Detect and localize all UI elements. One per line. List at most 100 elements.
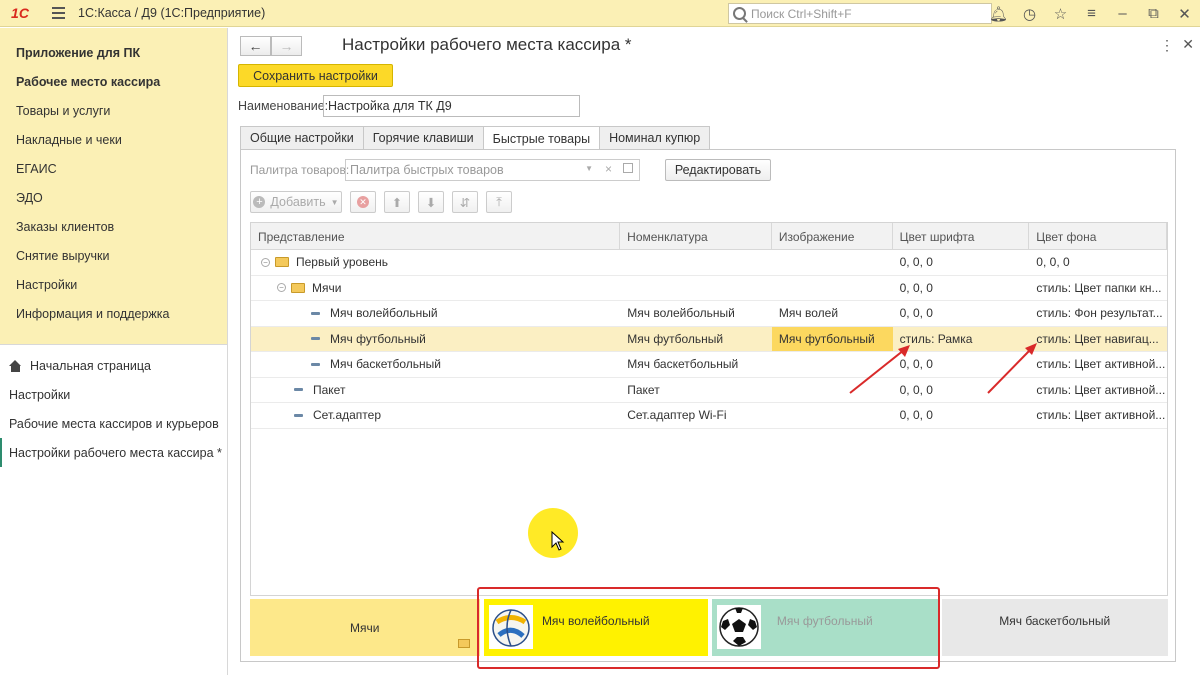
table-row[interactable]: Сет.адаптер Сет.адаптер Wi-Fi 0, 0, 0 ст… bbox=[251, 403, 1167, 429]
tile-basketball[interactable]: Мяч баскетбольный bbox=[941, 599, 1168, 656]
palette-label: Палитра товаров: bbox=[250, 163, 350, 177]
search-placeholder: Поиск Ctrl+Shift+F bbox=[751, 6, 852, 21]
folder-icon bbox=[457, 639, 470, 648]
more-actions-icon[interactable]: ⋮ bbox=[1160, 37, 1174, 54]
col-font-color[interactable]: Цвет шрифта bbox=[893, 223, 1030, 250]
section-egais[interactable]: ЕГАИС bbox=[0, 154, 227, 183]
save-settings-button[interactable]: Сохранить настройки bbox=[238, 64, 393, 87]
item-icon bbox=[311, 362, 320, 366]
folder-icon bbox=[291, 282, 305, 293]
table-toolbar: + Добавить ▼ ✕ ⬆︎ ⬇︎ ⇵ ⤒ bbox=[250, 191, 512, 213]
bell-icon[interactable]: 🔔︎ bbox=[983, 0, 1014, 27]
star-icon[interactable]: ☆ bbox=[1045, 0, 1076, 27]
name-field[interactable]: Настройка для ТК Д9 bbox=[323, 95, 580, 117]
close-icon[interactable]: ✕ bbox=[1169, 0, 1200, 27]
page-title: Настройки рабочего места кассира * bbox=[342, 35, 632, 54]
plus-icon: + bbox=[253, 196, 266, 208]
section-edo[interactable]: ЭДО bbox=[0, 183, 227, 212]
col-nomenclature[interactable]: Номенклатура bbox=[620, 223, 772, 250]
clear-icon[interactable]: × bbox=[605, 162, 612, 176]
palette-preview: Мячи Мяч волейбольный Мяч футбольный Мяч… bbox=[250, 599, 1168, 656]
nav-settings[interactable]: Настройки bbox=[0, 380, 227, 409]
table-row[interactable]: Мяч баскетбольный Мяч баскетбольный 0, 0… bbox=[251, 352, 1167, 378]
sort-icon: ⇵ bbox=[459, 195, 471, 210]
forward-button[interactable]: → bbox=[271, 36, 302, 56]
tab-denominations[interactable]: Номинал купюр bbox=[599, 126, 711, 149]
add-button[interactable]: + Добавить ▼ bbox=[250, 191, 342, 213]
title-bar: 1С 1С:Касса / Д9 (1С:Предприятие) Поиск … bbox=[0, 0, 1200, 27]
tab-general[interactable]: Общие настройки bbox=[240, 126, 364, 149]
palette-value: Палитра быстрых товаров bbox=[350, 163, 504, 177]
delete-icon: ✕ bbox=[357, 196, 369, 208]
item-icon bbox=[311, 311, 320, 315]
item-icon bbox=[294, 413, 303, 417]
section-settings[interactable]: Настройки bbox=[0, 270, 227, 299]
item-icon bbox=[294, 388, 303, 392]
open-icon[interactable] bbox=[623, 163, 633, 173]
nav-workplaces[interactable]: Рабочие места кассиров и курьеров bbox=[0, 409, 227, 438]
level-icon: ⤒ bbox=[496, 194, 502, 209]
collapse-icon[interactable]: − bbox=[277, 283, 286, 293]
section-goods[interactable]: Товары и услуги bbox=[0, 96, 227, 125]
arrow-up-icon: ⬆︎ bbox=[391, 195, 403, 210]
football-image bbox=[717, 605, 761, 649]
settings-menu-icon[interactable]: ≡ bbox=[1076, 0, 1107, 27]
table-row[interactable]: Пакет Пакет 0, 0, 0 стиль: Цвет активной… bbox=[251, 378, 1167, 403]
add-label: Добавить bbox=[270, 195, 326, 209]
table-header: Представление Номенклатура Изображение Ц… bbox=[251, 223, 1167, 250]
dropdown-arrow-icon[interactable]: ▼ bbox=[585, 164, 593, 173]
sort-button[interactable]: ⇵ bbox=[452, 191, 478, 213]
folder-icon bbox=[275, 257, 289, 268]
home-icon bbox=[9, 359, 22, 372]
name-label: Наименование: bbox=[238, 99, 329, 113]
volleyball-image bbox=[488, 605, 533, 649]
table-row-selected[interactable]: Мяч футбольный Мяч футбольный Мяч футбол… bbox=[251, 326, 1167, 352]
back-button[interactable]: ← bbox=[240, 36, 271, 56]
table-row[interactable]: − Первый уровень 0, 0, 0 0, 0, 0 bbox=[251, 250, 1167, 276]
col-representation[interactable]: Представление bbox=[251, 223, 621, 250]
open-windows-list: Начальная страница Настройки Рабочие мес… bbox=[0, 344, 227, 467]
nav-home-label: Начальная страница bbox=[30, 358, 151, 373]
delete-button[interactable]: ✕ bbox=[350, 191, 376, 213]
form-area: ← → Настройки рабочего места кассира * ⋮… bbox=[229, 28, 1200, 675]
tab-quick-goods[interactable]: Быстрые товары bbox=[482, 126, 601, 150]
restore-icon[interactable]: ⧉ bbox=[1138, 0, 1169, 27]
section-invoices[interactable]: Накладные и чеки bbox=[0, 125, 227, 154]
col-image[interactable]: Изображение bbox=[772, 223, 893, 250]
move-to-level-button[interactable]: ⤒ bbox=[486, 191, 512, 213]
app-logo: 1С bbox=[11, 5, 29, 21]
main-menu-icon[interactable] bbox=[46, 7, 70, 19]
history-icon[interactable]: ◷ bbox=[1014, 0, 1045, 27]
tab-hotkeys[interactable]: Горячие клавиши bbox=[362, 126, 484, 149]
tile-football[interactable]: Мяч футбольный bbox=[712, 599, 938, 656]
left-panel: Приложение для ПК Рабочее место кассира … bbox=[0, 28, 228, 675]
tile-folder[interactable]: Мячи bbox=[250, 599, 480, 656]
tab-bar: Общие настройки Горячие клавиши Быстрые … bbox=[240, 126, 711, 150]
section-support[interactable]: Информация и поддержка bbox=[0, 299, 227, 328]
search-input[interactable]: Поиск Ctrl+Shift+F bbox=[728, 3, 992, 24]
nav-current-form[interactable]: Настройки рабочего места кассира * bbox=[0, 438, 227, 467]
move-down-button[interactable]: ⬇︎ bbox=[418, 191, 444, 213]
section-menu: Приложение для ПК Рабочее место кассира … bbox=[0, 28, 227, 344]
quick-goods-table: Представление Номенклатура Изображение Ц… bbox=[250, 222, 1168, 596]
section-orders[interactable]: Заказы клиентов bbox=[0, 212, 227, 241]
arrow-down-icon: ⬇︎ bbox=[425, 195, 437, 210]
nav-home[interactable]: Начальная страница bbox=[0, 351, 227, 380]
section-cashier-workplace[interactable]: Рабочее место кассира bbox=[0, 67, 227, 96]
tile-volleyball[interactable]: Мяч волейбольный bbox=[483, 599, 708, 656]
edit-button[interactable]: Редактировать bbox=[665, 159, 771, 181]
minimize-icon[interactable]: – bbox=[1107, 0, 1138, 27]
app-title: 1С:Касса / Д9 (1С:Предприятие) bbox=[78, 6, 266, 20]
move-up-button[interactable]: ⬆︎ bbox=[384, 191, 410, 213]
table-row[interactable]: Мяч волейбольный Мяч волейбольный Мяч во… bbox=[251, 301, 1167, 327]
col-bg-color[interactable]: Цвет фона bbox=[1029, 223, 1167, 250]
section-revenue[interactable]: Снятие выручки bbox=[0, 241, 227, 270]
palette-select[interactable]: Палитра быстрых товаров ▼ × bbox=[345, 159, 640, 181]
mouse-cursor-icon bbox=[551, 531, 565, 551]
form-close-icon[interactable]: ✕ bbox=[1182, 36, 1194, 53]
search-icon bbox=[733, 7, 746, 20]
table-row[interactable]: − Мячи 0, 0, 0 стиль: Цвет папки кн... bbox=[251, 276, 1167, 301]
section-pc-app[interactable]: Приложение для ПК bbox=[0, 38, 227, 67]
tab-content: Палитра товаров: Палитра быстрых товаров… bbox=[240, 149, 1176, 662]
collapse-icon[interactable]: − bbox=[261, 257, 270, 267]
